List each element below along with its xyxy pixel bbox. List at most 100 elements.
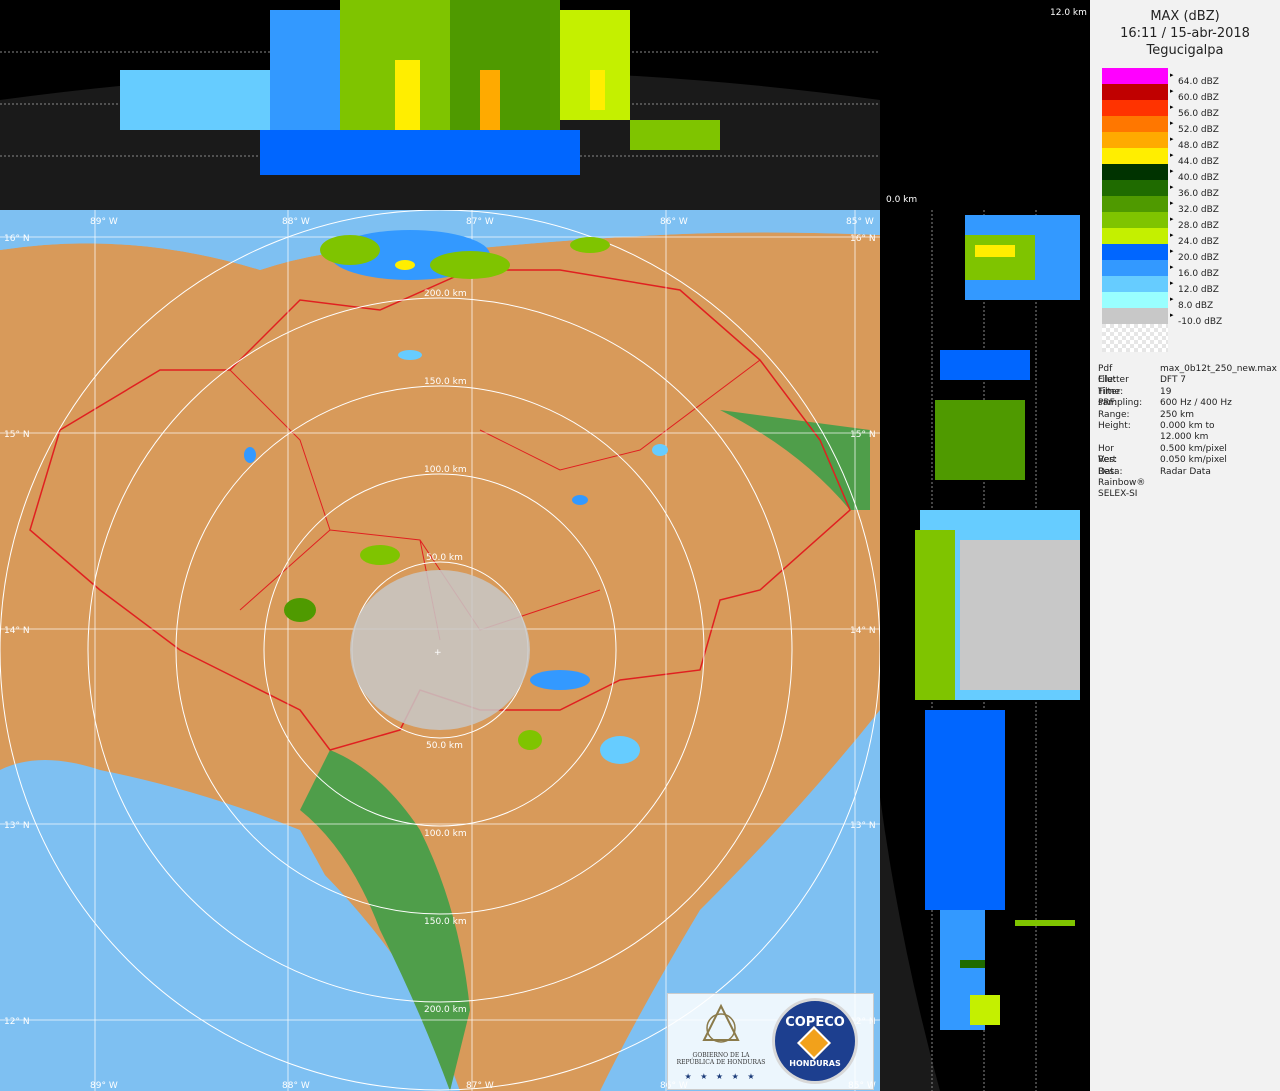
- lon-label: 87° W: [466, 217, 494, 227]
- echo-block: [970, 995, 1000, 1025]
- legend-row: ▸ 28.0 dBZ: [1102, 212, 1219, 231]
- metadata-value: 12.000 km: [1160, 432, 1209, 443]
- metadata-value: 600 Hz / 400 Hz: [1160, 398, 1232, 409]
- stars-icon: ★ ★ ★ ★ ★: [684, 1072, 758, 1081]
- echo-block: [935, 400, 1025, 480]
- range-ring-label: 100.0 km: [424, 465, 467, 475]
- lat-label: 12° N: [4, 1017, 30, 1027]
- legend-label: 20.0 dBZ: [1178, 253, 1219, 263]
- legend-row: ▸ 52.0 dBZ: [1102, 116, 1219, 135]
- legend-swatch: [1102, 68, 1168, 84]
- metadata-key: Rainbow® SELEX-SI: [1098, 477, 1146, 500]
- legend-swatch: [1102, 116, 1168, 132]
- top-cross-section-plot: [0, 0, 880, 210]
- lon-label: 85° W: [846, 217, 874, 227]
- lon-label: 89° W: [90, 217, 118, 227]
- legend-tick-icon: ▸: [1170, 167, 1174, 175]
- legend-label: 8.0 dBZ: [1178, 301, 1214, 311]
- metadata-value: 0.000 km to: [1160, 420, 1215, 431]
- legend-swatch: [1102, 164, 1168, 180]
- lon-label: 87° W: [466, 1081, 494, 1091]
- range-ring-label: 50.0 km: [426, 741, 463, 751]
- lon-label: 88° W: [282, 1081, 310, 1091]
- lat-label: 15° N: [850, 430, 876, 440]
- legend-swatch: [1102, 308, 1168, 324]
- metadata-key: Data:: [1098, 466, 1123, 477]
- metadata-value: 19: [1160, 386, 1172, 397]
- metadata-value: 250 km: [1160, 409, 1195, 420]
- side-cross-section-plot: [880, 210, 1080, 1091]
- radar-map[interactable]: + 89° W 88° W 87° W 86° W 85° W 89° W 88…: [0, 210, 880, 1091]
- metadata-value: DFT 7: [1160, 375, 1187, 386]
- lat-label: 15° N: [4, 430, 30, 440]
- legend-label: 64.0 dBZ: [1178, 77, 1219, 87]
- legend-swatch: [1102, 132, 1168, 148]
- legend-swatch: [1102, 196, 1168, 212]
- legend-tick-icon: ▸: [1170, 103, 1174, 111]
- legend-tick-icon: ▸: [1170, 311, 1174, 319]
- echo-block: [965, 235, 1035, 280]
- legend-swatch: [1102, 180, 1168, 196]
- coat-of-arms-icon: [702, 1003, 740, 1043]
- diamond-icon: [797, 1026, 831, 1060]
- legend-label: 16.0 dBZ: [1178, 269, 1219, 279]
- product-title: MAX (dBZ): [1150, 9, 1220, 24]
- legend-tick-icon: ▸: [1170, 295, 1174, 303]
- legend-label: 24.0 dBZ: [1178, 237, 1219, 247]
- legend-swatch: [1102, 260, 1168, 276]
- range-ring-label: 200.0 km: [424, 1005, 467, 1015]
- echo-block: [260, 130, 580, 175]
- height-scale: 12.0 km 0.0 km: [880, 0, 1090, 210]
- height-top-label: 12.0 km: [1050, 8, 1087, 18]
- legend-tick-icon: ▸: [1170, 215, 1174, 223]
- range-ring-label: 150.0 km: [424, 377, 467, 387]
- range-ring-label: 150.0 km: [424, 917, 467, 927]
- legend-swatch: [1102, 244, 1168, 260]
- lat-label: 13° N: [4, 821, 30, 831]
- product-header: MAX (dBZ) 16:11 / 15-abr-2018 Tegucigalp…: [1090, 8, 1280, 59]
- legend-label: 56.0 dBZ: [1178, 109, 1219, 119]
- legend-row: ▸ 24.0 dBZ: [1102, 228, 1219, 247]
- echo-core: [480, 70, 500, 130]
- metadata-key: Range:: [1098, 409, 1130, 420]
- echo-block: [450, 0, 560, 140]
- metadata-value: max_0b12t_250_new.max: [1160, 364, 1277, 374]
- legend-swatch: [1102, 292, 1168, 308]
- government-seal: GOBIERNO DE LA REPÚBLICA DE HONDURAS ★ ★…: [676, 1000, 766, 1082]
- radar-center-marker: +: [434, 648, 442, 658]
- lat-label: 14° N: [850, 626, 876, 636]
- legend-row: ▸ 20.0 dBZ: [1102, 244, 1219, 263]
- echo-block: [925, 710, 1005, 910]
- copeco-logo: COPECO HONDURAS: [772, 998, 858, 1084]
- echo-core: [975, 245, 1015, 257]
- copeco-country: HONDURAS: [789, 1059, 841, 1068]
- legend-row: ▸ 36.0 dBZ: [1102, 180, 1219, 199]
- info-panel: MAX (dBZ) 16:11 / 15-abr-2018 Tegucigalp…: [1090, 0, 1280, 1091]
- legend-row: ▸ 12.0 dBZ: [1102, 276, 1219, 295]
- echo-block: [120, 70, 270, 130]
- legend-swatch: [1102, 100, 1168, 116]
- legend-tick-icon: ▸: [1170, 119, 1174, 127]
- lat-label: 16° N: [4, 234, 30, 244]
- legend-label: 12.0 dBZ: [1178, 285, 1219, 295]
- metadata-key: Height:: [1098, 420, 1131, 431]
- range-ring-label: 200.0 km: [424, 289, 467, 299]
- echo-block: [1015, 920, 1075, 926]
- legend-row: ▸ 32.0 dBZ: [1102, 196, 1219, 215]
- metadata-value: 0.050 km/pixel: [1160, 455, 1227, 466]
- product-site: Tegucigalpa: [1146, 43, 1224, 58]
- echo-core: [590, 70, 605, 110]
- legend-row: ▸ 60.0 dBZ: [1102, 84, 1219, 103]
- legend-row: ▸ 40.0 dBZ: [1102, 164, 1219, 183]
- side-cross-section: [880, 210, 1090, 1091]
- legend-label: 60.0 dBZ: [1178, 93, 1219, 103]
- legend-label: 36.0 dBZ: [1178, 189, 1219, 199]
- legend-tick-icon: ▸: [1170, 263, 1174, 271]
- product-datetime: 16:11 / 15-abr-2018: [1120, 26, 1250, 41]
- range-ring-label: 50.0 km: [426, 553, 463, 563]
- legend-row: ▸ 56.0 dBZ: [1102, 100, 1219, 119]
- legend-swatch: [1102, 148, 1168, 164]
- metadata-key: PRF:: [1098, 398, 1118, 409]
- legend-label: 32.0 dBZ: [1178, 205, 1219, 215]
- legend-tick-icon: ▸: [1170, 247, 1174, 255]
